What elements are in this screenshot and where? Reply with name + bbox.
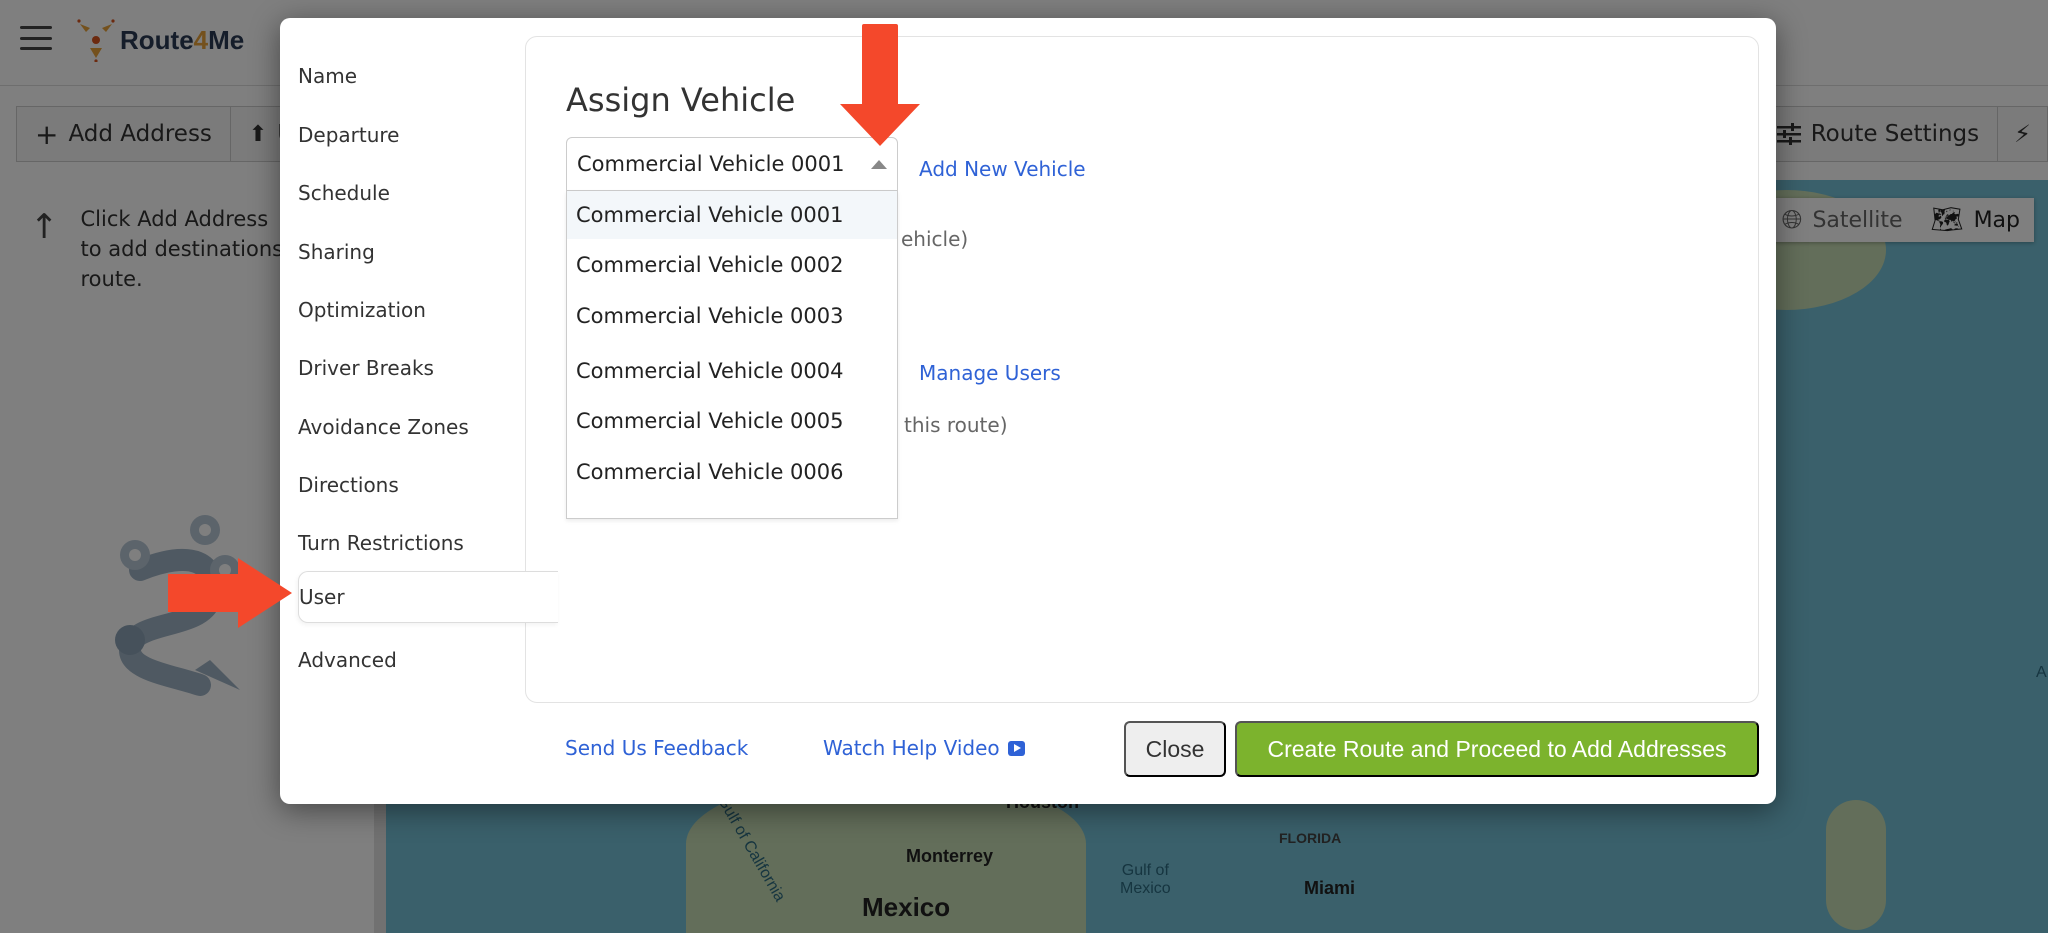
create-route-button[interactable]: Create Route and Proceed to Add Addresse… <box>1235 721 1759 777</box>
nav-item-name[interactable]: Name <box>298 52 558 100</box>
nav-item-advanced[interactable]: Advanced <box>298 636 558 684</box>
vehicle-option[interactable]: Commercial Vehicle 0006 <box>567 448 897 496</box>
annotation-arrow-right-icon <box>168 558 292 628</box>
watch-help-video-link[interactable]: Watch Help Video <box>823 736 1025 760</box>
nav-item-avoidance-zones[interactable]: Avoidance Zones <box>298 403 558 451</box>
vehicle-option[interactable]: Commercial Vehicle 0005 <box>567 397 897 445</box>
route-settings-modal: Name Departure Schedule Sharing Optimiza… <box>280 18 1776 804</box>
nav-item-driver-breaks[interactable]: Driver Breaks <box>298 344 558 392</box>
nav-item-directions[interactable]: Directions <box>298 461 558 509</box>
play-video-icon <box>1007 740 1025 756</box>
user-settings-card: Assign Vehicle Commercial Vehicle 0001 A… <box>525 36 1759 703</box>
close-button[interactable]: Close <box>1124 721 1226 777</box>
vehicle-option[interactable]: Commercial Vehicle 0003 <box>567 292 897 340</box>
user-hint-text: this route) <box>904 413 1008 437</box>
vehicle-option[interactable]: Commercial Vehicle 0004 <box>567 347 897 395</box>
assign-vehicle-heading: Assign Vehicle <box>566 81 796 119</box>
nav-item-user[interactable]: User <box>298 571 558 623</box>
vehicle-option[interactable]: Commercial Vehicle 0001 <box>567 191 897 239</box>
annotation-arrow-down-icon <box>840 24 920 146</box>
add-new-vehicle-link[interactable]: Add New Vehicle <box>919 157 1086 181</box>
send-feedback-link[interactable]: Send Us Feedback <box>565 736 748 760</box>
nav-item-sharing[interactable]: Sharing <box>298 228 558 276</box>
nav-item-departure[interactable]: Departure <box>298 111 558 159</box>
settings-nav: Name Departure Schedule Sharing Optimiza… <box>280 18 558 804</box>
nav-item-optimization[interactable]: Optimization <box>298 286 558 334</box>
manage-users-link[interactable]: Manage Users <box>919 361 1061 385</box>
vehicle-hint-text: ehicle) <box>901 227 969 251</box>
vehicle-dropdown-list: Commercial Vehicle 0001 Commercial Vehic… <box>566 191 898 519</box>
nav-item-turn-restrictions[interactable]: Turn Restrictions <box>298 519 558 567</box>
caret-up-icon <box>871 160 887 169</box>
nav-item-schedule[interactable]: Schedule <box>298 169 558 217</box>
vehicle-option[interactable]: Commercial Vehicle 0002 <box>567 241 897 289</box>
